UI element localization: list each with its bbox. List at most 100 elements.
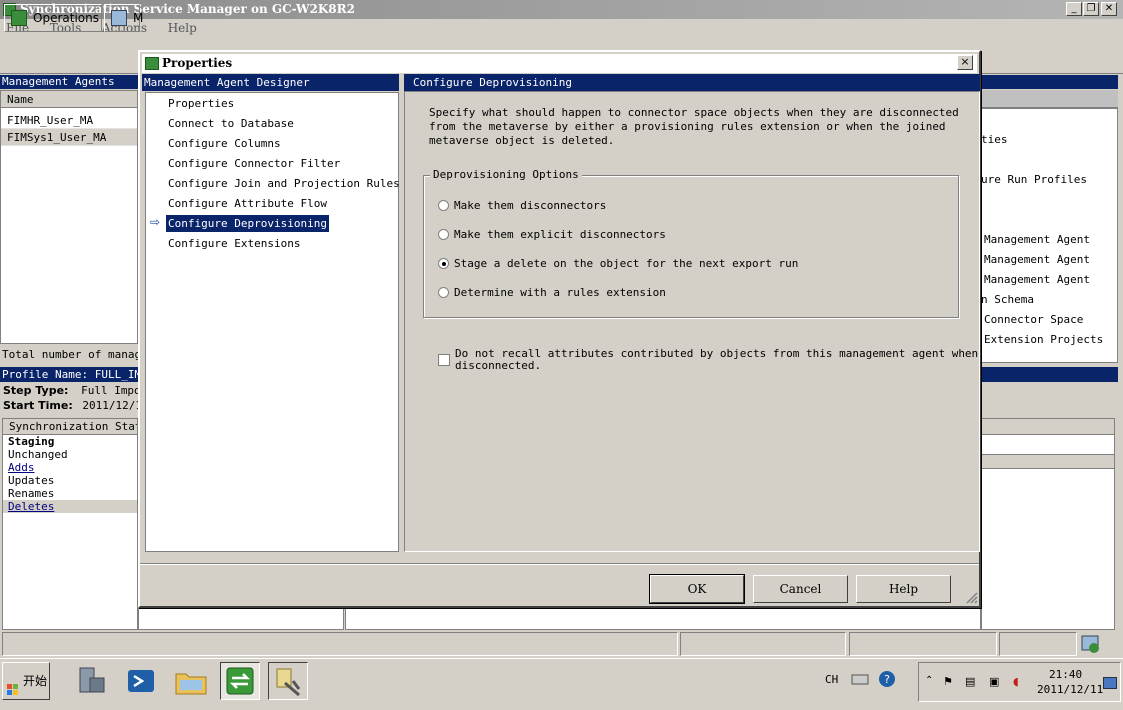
dialog-title: Properties (162, 56, 233, 70)
actions-subheader (981, 90, 1118, 108)
radio-button-selected[interactable] (438, 258, 449, 269)
bg-grid-left (138, 608, 344, 630)
current-step-arrow-icon: ⇨ (150, 215, 161, 229)
deprovisioning-options-group: Deprovisioning Options Make them disconn… (423, 168, 959, 318)
action-item[interactable]: Management Agent (984, 233, 1090, 246)
operations-button[interactable]: Operations (4, 4, 102, 32)
management-agents-header: Management Agents (0, 75, 138, 89)
action-item[interactable]: ties (981, 133, 1008, 146)
dialog-separator (140, 563, 979, 565)
status-bar-main (2, 632, 678, 656)
explorer-folder-icon[interactable] (172, 662, 212, 700)
tools-task-icon[interactable] (268, 662, 308, 700)
powershell-icon[interactable] (122, 662, 162, 700)
network-icon[interactable]: ▣ (989, 675, 999, 688)
bg-grid-right (345, 608, 981, 630)
tray-expand-icon[interactable]: ⌃ (925, 675, 933, 686)
close-window-button[interactable]: ✕ (1101, 2, 1117, 16)
menu-bar: File Tools Actions Help (0, 19, 1123, 38)
radio-button[interactable] (438, 200, 449, 211)
agent-row[interactable]: FIMHR_User_MA (1, 112, 137, 129)
start-time-row: Start Time: 2011/12/11 (3, 399, 138, 412)
windows-logo-icon (7, 674, 19, 695)
flag-icon[interactable]: ⚑ (943, 675, 953, 688)
clock-date: 2011/12/11 (1037, 683, 1104, 696)
actions-header (981, 75, 1118, 89)
radio-button[interactable] (438, 287, 449, 298)
nav-properties[interactable]: Properties (166, 95, 236, 112)
column-header-name[interactable]: Name (1, 91, 137, 108)
action-item[interactable]: Extension Projects (984, 333, 1103, 346)
staging-group: Staging (8, 435, 55, 448)
properties-dialog: Properties × Management Agent Designer P… (138, 50, 981, 608)
management-agents-list[interactable]: Name FIMHR_User_MA FIMSys1_User_MA (0, 90, 138, 344)
nav-deprovisioning[interactable]: Configure Deprovisioning (166, 215, 329, 232)
ok-button[interactable]: OK (649, 574, 745, 604)
do-not-recall-checkbox[interactable] (438, 354, 450, 366)
stat-updates: Updates (8, 474, 55, 487)
page-header: Configure Deprovisioning (404, 74, 980, 91)
management-agents-button[interactable]: M (104, 4, 143, 32)
nav-join-projection[interactable]: Configure Join and Projection Rules (166, 175, 402, 192)
help-button[interactable]: Help (856, 575, 951, 603)
deprovisioning-page: Configure Deprovisioning Specify what sh… (404, 74, 980, 552)
do-not-recall-label[interactable]: Do not recall attributes contributed by … (455, 348, 978, 372)
stat-deletes-link[interactable]: Deletes (3, 500, 137, 513)
nav-connector-filter[interactable]: Configure Connector Filter (166, 155, 342, 172)
actions-panel: ties ure Run Profiles Management Agent M… (981, 108, 1118, 363)
language-indicator[interactable]: CH (825, 673, 838, 686)
nav-attribute-flow[interactable]: Configure Attribute Flow (166, 195, 329, 212)
clock-time: 21:40 (1049, 668, 1083, 681)
help-icon[interactable]: ? (878, 670, 896, 688)
status-bar-cell (680, 632, 846, 656)
svg-text:?: ? (884, 673, 890, 686)
clipboard-icon[interactable]: ▤ (965, 675, 975, 688)
page-description: Specify what should happen to connector … (429, 106, 959, 147)
option-disconnectors[interactable]: Make them disconnectors (438, 198, 606, 214)
action-item[interactable]: Connector Space (984, 313, 1083, 326)
step-type-row: Step Type: Full Impo (3, 384, 138, 397)
server-manager-icon[interactable] (72, 662, 112, 700)
action-item[interactable]: Management Agent (984, 273, 1090, 286)
nav-extensions[interactable]: Configure Extensions (166, 235, 302, 252)
status-bar-cell (849, 632, 997, 656)
stat-unchanged: Unchanged (8, 448, 68, 461)
option-stage-delete[interactable]: Stage a delete on the object for the nex… (438, 256, 798, 272)
resize-grip-icon[interactable] (964, 590, 978, 604)
sync-manager-task-icon[interactable] (220, 662, 260, 700)
action-item[interactable]: Management Agent (984, 253, 1090, 266)
stat-adds-link[interactable]: Adds (3, 461, 137, 474)
designer-header: Management Agent Designer (142, 74, 399, 91)
action-item[interactable]: n Schema (981, 293, 1034, 306)
stat-renames: Renames (8, 487, 55, 500)
dialog-icon (145, 57, 159, 70)
management-agents-icon (111, 10, 127, 26)
right-profile-bar (981, 367, 1118, 382)
cancel-button[interactable]: Cancel (753, 575, 848, 603)
app-title-bar: Synchronization Service Manager on GC-W2… (0, 0, 1123, 19)
volume-muted-icon[interactable]: ◖ (1013, 675, 1019, 688)
keyboard-icon[interactable] (851, 671, 869, 687)
show-desktop-icon[interactable] (1103, 677, 1117, 689)
total-agents-label: Total number of managem (2, 348, 138, 361)
restore-button[interactable]: ❐ (1083, 2, 1099, 16)
dialog-close-button[interactable]: × (957, 55, 973, 70)
sync-statistics-header: Synchronization Statis (3, 419, 137, 435)
start-button[interactable]: 开始 (2, 662, 50, 700)
nav-configure-columns[interactable]: Configure Columns (166, 135, 283, 152)
dialog-title-bar: Properties (142, 54, 977, 73)
sync-status-icon (1079, 633, 1103, 655)
designer-nav-list: Properties Connect to Database Configure… (145, 92, 402, 552)
radio-button[interactable] (438, 229, 449, 240)
menu-help[interactable]: Help (168, 21, 197, 35)
agent-row[interactable]: FIMSys1_User_MA (1, 129, 137, 146)
action-item[interactable]: ure Run Profiles (981, 173, 1087, 186)
status-bar-cell (999, 632, 1077, 656)
sync-statistics-panel: Synchronization Statis Staging Unchanged… (2, 418, 138, 630)
minimize-button[interactable]: _ (1066, 2, 1082, 16)
option-explicit-disconnectors[interactable]: Make them explicit disconnectors (438, 227, 666, 243)
option-rules-extension[interactable]: Determine with a rules extension (438, 285, 666, 301)
nav-connect-database[interactable]: Connect to Database (166, 115, 296, 132)
system-tray: ⌃ ⚑ ▤ ▣ ◖ 21:40 2011/12/11 (918, 662, 1121, 702)
designer-pane: Management Agent Designer Properties Con… (142, 74, 402, 552)
